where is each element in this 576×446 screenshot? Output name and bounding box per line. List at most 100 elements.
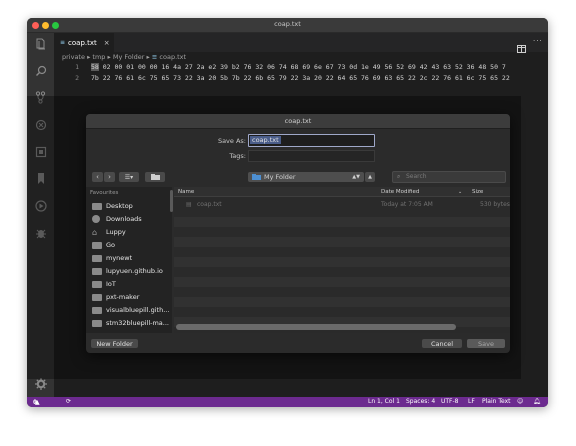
back-button[interactable]: ‹ <box>92 172 103 182</box>
breadcrumb-item[interactable]: My Folder <box>113 53 145 61</box>
sidebar-item-label: Downloads <box>106 215 142 223</box>
editor-line[interactable]: 2 7b 22 76 61 6c 75 65 73 22 3a 20 5b 7b … <box>62 74 510 82</box>
sidebar-item-label: mynewt <box>106 254 133 262</box>
downloads-icon <box>92 215 100 223</box>
save-as-label: Save As: <box>217 137 246 145</box>
favourites-heading: Favourites <box>90 190 119 196</box>
warning-count: 0 <box>33 399 37 406</box>
scrollbar-thumb[interactable] <box>176 324 456 330</box>
folder-icon <box>92 280 102 288</box>
location-dropdown[interactable]: My Folder ▲▼ <box>248 172 364 182</box>
sidebar-item-downloads[interactable]: Downloads <box>92 213 172 225</box>
folder-group-icon <box>150 174 160 180</box>
folder-icon <box>252 174 261 180</box>
cursor-position[interactable]: Ln 1, Col 1 <box>368 398 400 405</box>
folder-icon <box>92 241 102 249</box>
search-field[interactable]: ⌕ Search <box>392 171 506 183</box>
sidebar-item-label: pxt-maker <box>106 293 140 301</box>
save-as-input[interactable]: coap.txt <box>248 134 375 147</box>
new-folder-button[interactable]: New Folder <box>91 339 138 348</box>
tags-input[interactable] <box>248 150 375 162</box>
save-button[interactable]: Save <box>467 339 505 348</box>
tab-close-icon[interactable]: × <box>104 39 110 47</box>
row-stripe <box>174 297 510 307</box>
file-date: Today at 7:05 AM <box>381 201 433 208</box>
line-text: 7b 22 76 61 6c 75 65 73 22 3a 20 5b 7b 2… <box>91 74 510 82</box>
sidebar-item-label: lupyuen.github.io <box>106 267 163 275</box>
column-date-modified[interactable]: Date Modified <box>381 189 419 195</box>
sidebar-item-iot[interactable]: IoT <box>92 278 172 290</box>
line-ending[interactable]: LF <box>468 398 475 405</box>
column-name[interactable]: Name <box>178 189 194 195</box>
sidebar-item-luppy[interactable]: ⌂ Luppy <box>92 226 172 238</box>
row-stripe <box>174 217 510 227</box>
chevron-up-icon: ▲ <box>368 174 372 180</box>
encoding[interactable]: UTF-8 <box>441 398 459 405</box>
row-stripe <box>174 277 510 287</box>
line-number: 2 <box>75 74 79 82</box>
window-title: coap.txt <box>274 20 301 28</box>
file-size: 530 bytes <box>480 201 510 208</box>
breadcrumb: private ▸ tmp ▸ My Folder ▸ ≡ coap.txt <box>62 53 186 61</box>
more-actions-icon[interactable]: ··· <box>533 37 543 45</box>
sidebar-item-lupyuen-github-io[interactable]: lupyuen.github.io <box>92 265 172 277</box>
sidebar-item-label: Go <box>106 241 116 249</box>
split-editor-icon[interactable] <box>517 38 526 57</box>
dialog-title: coap.txt <box>86 114 510 129</box>
save-as-value: coap.txt <box>250 136 281 144</box>
new-group-button[interactable] <box>145 172 165 182</box>
sidebar-scrollbar[interactable] <box>170 190 173 212</box>
horizontal-scrollbar[interactable] <box>176 324 508 330</box>
editor-line[interactable]: 1 58 02 00 01 00 00 16 4a 27 2a e2 39 b2 … <box>62 63 506 71</box>
notifications-bell-icon[interactable]: 🔔︎ <box>533 398 541 405</box>
folder-icon <box>92 319 102 327</box>
explorer-icon[interactable] <box>33 36 48 51</box>
cancel-button[interactable]: Cancel <box>422 339 462 348</box>
folder-icon <box>92 267 102 275</box>
sidebar-item-pxt-maker[interactable]: pxt-maker <box>92 291 172 303</box>
sidebar-item-label: visualbluepill.gith... <box>106 306 170 314</box>
expand-button[interactable]: ▲ <box>365 172 375 182</box>
file-list: Name Date Modified ⌄ Size ▤ coap.txt Tod… <box>174 187 510 333</box>
column-size[interactable]: Size <box>472 189 483 195</box>
sidebar-item-stm32bluepill[interactable]: stm32bluepill-ma... <box>92 317 172 329</box>
breadcrumb-item[interactable]: tmp <box>92 53 105 61</box>
view-options-button[interactable]: ☰▾ <box>119 172 139 182</box>
dropdown-chevron-icon: ▲▼ <box>352 174 360 180</box>
feedback-smiley-icon[interactable]: ☺ <box>517 398 523 405</box>
row-stripe <box>174 257 510 267</box>
search-placeholder: Search <box>406 173 427 180</box>
title-bar: coap.txt <box>27 18 548 33</box>
sync-icon[interactable]: ⟳ <box>66 398 71 405</box>
forward-button[interactable]: › <box>104 172 115 182</box>
tab-bar: ≡ coap.txt × ··· <box>54 33 548 53</box>
file-row[interactable]: ▤ coap.txt Today at 7:05 AM 530 bytes <box>174 199 510 209</box>
sidebar-item-label: IoT <box>106 280 116 288</box>
sort-chevron-icon: ⌄ <box>458 188 463 195</box>
sidebar-item-mynewt[interactable]: mynewt <box>92 252 172 264</box>
file-name: coap.txt <box>197 201 222 208</box>
sidebar-item-visualbluepill[interactable]: visualbluepill.gith... <box>92 304 172 316</box>
sidebar-item-label: Luppy <box>106 228 126 236</box>
text-file-icon: ≡ <box>60 39 66 46</box>
sidebar-item-go[interactable]: Go <box>92 239 172 251</box>
line-number: 1 <box>75 63 79 71</box>
sidebar-item-label: stm32bluepill-ma... <box>106 319 169 327</box>
sidebar-item-label: Desktop <box>106 202 133 210</box>
language-mode[interactable]: Plain Text <box>482 398 510 405</box>
indentation[interactable]: Spaces: 4 <box>406 398 435 405</box>
sidebar-item-desktop[interactable]: Desktop <box>92 200 172 212</box>
save-dialog: coap.txt Save As: coap.txt Tags: ‹ › ☰▾ … <box>86 114 510 353</box>
cursor-token: 58 <box>91 63 99 71</box>
status-bar: ⊗ 0 ▲ 0 ⟳ Ln 1, Col 1 Spaces: 4 UTF-8 LF… <box>27 397 548 407</box>
row-stripe <box>174 237 510 247</box>
breadcrumb-item[interactable]: coap.txt <box>159 53 186 61</box>
tab-coap-txt[interactable]: ≡ coap.txt × <box>54 33 114 52</box>
folder-icon <box>92 293 102 301</box>
text-file-icon: ▤ <box>186 201 192 208</box>
location-label: My Folder <box>264 173 296 181</box>
text-file-icon: ≡ <box>151 53 158 61</box>
search-icon[interactable] <box>33 63 48 78</box>
desktop-icon <box>92 202 102 210</box>
breadcrumb-item[interactable]: private <box>62 53 85 61</box>
